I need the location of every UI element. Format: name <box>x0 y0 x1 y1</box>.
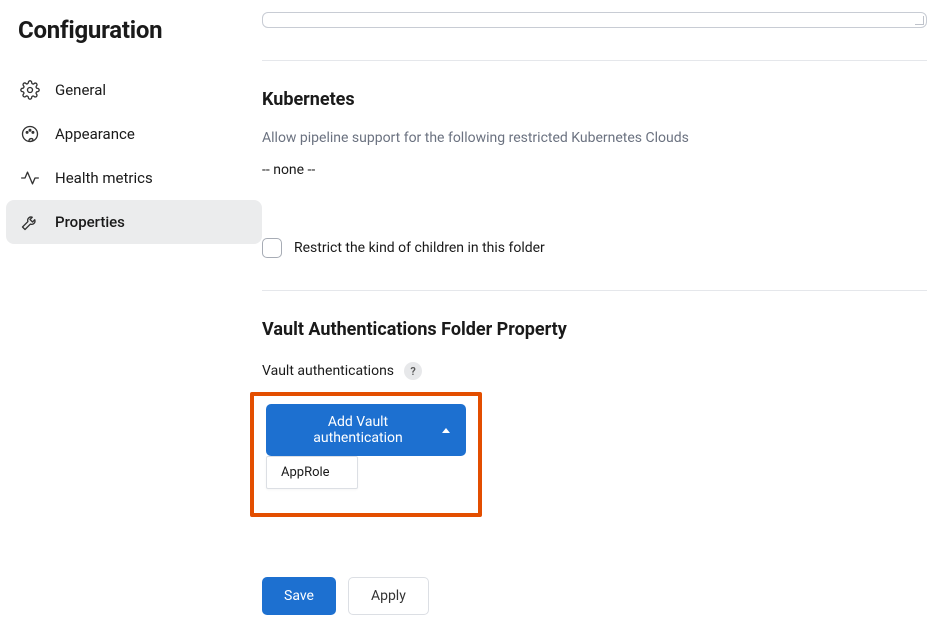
vault-authentications-label-row: Vault authentications ? <box>262 362 927 380</box>
apply-button[interactable]: Apply <box>348 577 429 615</box>
add-vault-authentication-button[interactable]: Add Vault authentication <box>266 404 466 456</box>
add-vault-authentication-label: Add Vault authentication <box>282 414 434 446</box>
restrict-children-row: Restrict the kind of children in this fo… <box>262 238 927 258</box>
section-title-vault: Vault Authentications Folder Property <box>262 319 927 340</box>
help-icon[interactable]: ? <box>404 362 422 380</box>
kubernetes-empty: -- none -- <box>262 162 927 178</box>
restrict-children-checkbox[interactable] <box>262 238 282 258</box>
vault-auth-dropdown: AppRole <box>266 456 358 489</box>
sidebar-item-appearance[interactable]: Appearance <box>6 112 262 156</box>
vault-authentications-label: Vault authentications <box>262 363 394 379</box>
page-title: Configuration <box>18 16 262 44</box>
section-title-kubernetes: Kubernetes <box>262 89 927 110</box>
sidebar-item-properties[interactable]: Properties <box>6 200 262 244</box>
divider <box>262 290 927 291</box>
vault-auth-option-approle[interactable]: AppRole <box>267 457 357 488</box>
wrench-icon <box>20 212 40 232</box>
previous-textarea-remnant[interactable] <box>262 12 927 28</box>
gear-icon <box>20 80 40 100</box>
palette-icon <box>20 124 40 144</box>
save-button[interactable]: Save <box>262 577 336 615</box>
sidebar-item-general[interactable]: General <box>6 68 262 112</box>
sidebar-item-label: Appearance <box>55 125 135 143</box>
divider <box>262 60 927 61</box>
sidebar-item-label: Health metrics <box>55 169 153 187</box>
main-content: Kubernetes Allow pipeline support for th… <box>262 12 945 615</box>
sidebar-item-label: Properties <box>55 213 125 231</box>
sidebar-item-health-metrics[interactable]: Health metrics <box>6 156 262 200</box>
restrict-children-label: Restrict the kind of children in this fo… <box>294 240 545 256</box>
sidebar-item-label: General <box>55 81 106 99</box>
caret-up-icon <box>442 428 450 433</box>
sidebar-nav: General Appearance Health metrics Proper… <box>6 68 262 244</box>
sidebar: Configuration General Appearance Health … <box>18 12 262 615</box>
kubernetes-description: Allow pipeline support for the following… <box>262 130 927 146</box>
activity-icon <box>20 168 40 188</box>
footer-actions: Save Apply <box>262 577 927 615</box>
add-vault-auth-highlight: Add Vault authentication AppRole <box>250 392 482 517</box>
